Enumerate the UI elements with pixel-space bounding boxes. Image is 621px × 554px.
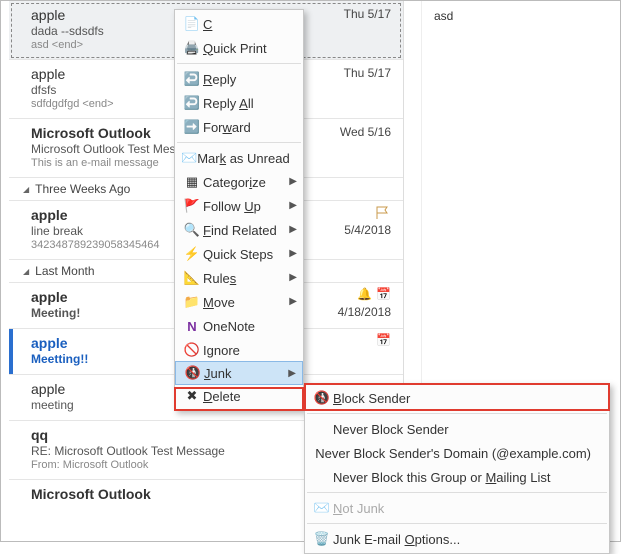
- separator: [177, 63, 301, 64]
- submenu-arrow-icon: ▶: [289, 224, 297, 235]
- calendar-icon: 📅: [376, 287, 391, 301]
- submenu-arrow-icon: ▶: [289, 296, 297, 307]
- junk-options-icon: 🗑️: [311, 531, 333, 547]
- quick-steps-icon: ⚡: [181, 246, 203, 262]
- categorize-icon: ▦: [181, 174, 203, 190]
- separator: [177, 142, 301, 143]
- reply-all-icon: ↩️: [181, 95, 203, 111]
- submenu-arrow-icon: ▶: [288, 368, 296, 379]
- block-sender-icon: 🚯: [311, 390, 333, 406]
- submenu-arrow-icon: ▶: [289, 176, 297, 187]
- ctx-delete[interactable]: ✖ Delete: [175, 384, 303, 408]
- ignore-icon: 🚫: [181, 342, 203, 358]
- search-icon: 🔍: [181, 222, 203, 238]
- print-icon: 🖨️: [181, 40, 203, 56]
- message-date: 4/18/2018: [338, 305, 391, 319]
- junk-submenu: 🚯 Block Sender Never Block Sender Never …: [304, 383, 610, 554]
- reading-pane-body: asd: [434, 9, 599, 23]
- rules-icon: 📐: [181, 270, 203, 286]
- ctx-mark-unread[interactable]: ✉️ Mark as Unread: [175, 146, 303, 170]
- ctx-quick-print[interactable]: 🖨️ Quick Print: [175, 36, 303, 60]
- reply-icon: ↩️: [181, 71, 203, 87]
- forward-icon: ➡️: [181, 119, 203, 135]
- ctx-junk[interactable]: 🚯 Junk ▶: [175, 361, 303, 385]
- envelope-icon: ✉️: [181, 150, 197, 166]
- ctx-reply[interactable]: ↩️ Reply: [175, 67, 303, 91]
- ctx-copy[interactable]: 📄 C: [175, 12, 303, 36]
- ctx-onenote[interactable]: N OneNote: [175, 314, 303, 338]
- ctx-reply-all[interactable]: ↩️ Reply All: [175, 91, 303, 115]
- message-date: 5/4/2018: [344, 223, 391, 237]
- reminder-icon: 🔔: [357, 287, 372, 301]
- context-menu: 📄 C 🖨️ Quick Print ↩️ Reply ↩️ Reply All…: [174, 9, 304, 411]
- ctx-block-sender[interactable]: 🚯 Block Sender: [305, 386, 609, 410]
- submenu-arrow-icon: ▶: [289, 272, 297, 283]
- separator: [307, 492, 607, 493]
- ctx-rules[interactable]: 📐 Rules ▶: [175, 266, 303, 290]
- ctx-move[interactable]: 📁 Move ▶: [175, 290, 303, 314]
- ctx-junk-options[interactable]: 🗑️ Junk E-mail Options...: [305, 527, 609, 551]
- separator: [307, 523, 607, 524]
- junk-icon: 🚯: [182, 365, 204, 381]
- onenote-icon: N: [181, 319, 203, 334]
- flag-icon: 🚩: [181, 198, 203, 214]
- flag-icon[interactable]: [375, 205, 391, 221]
- ctx-never-block-sender[interactable]: Never Block Sender: [305, 417, 609, 441]
- ctx-find-related[interactable]: 🔍 Find Related ▶: [175, 218, 303, 242]
- ctx-ignore[interactable]: 🚫 Ignore: [175, 338, 303, 362]
- ctx-never-block-domain[interactable]: Never Block Sender's Domain (@example.co…: [305, 441, 609, 465]
- separator: [307, 413, 607, 414]
- ctx-follow-up[interactable]: 🚩 Follow Up ▶: [175, 194, 303, 218]
- message-date: Thu 5/17: [344, 66, 391, 80]
- move-icon: 📁: [181, 294, 203, 310]
- submenu-arrow-icon: ▶: [289, 248, 297, 259]
- delete-icon: ✖: [181, 388, 203, 404]
- submenu-arrow-icon: ▶: [289, 200, 297, 211]
- ctx-never-block-group[interactable]: Never Block this Group or Mailing List: [305, 465, 609, 489]
- message-date: Thu 5/17: [344, 7, 391, 21]
- ctx-forward[interactable]: ➡️ Forward: [175, 115, 303, 139]
- ctx-quick-steps[interactable]: ⚡ Quick Steps ▶: [175, 242, 303, 266]
- message-date: Wed 5/16: [340, 125, 391, 139]
- ctx-categorize[interactable]: ▦ Categorize ▶: [175, 170, 303, 194]
- ctx-not-junk: ✉️ Not Junk: [305, 496, 609, 520]
- copy-icon: 📄: [181, 16, 203, 32]
- not-junk-icon: ✉️: [311, 500, 333, 516]
- calendar-icon: 📅: [376, 333, 391, 347]
